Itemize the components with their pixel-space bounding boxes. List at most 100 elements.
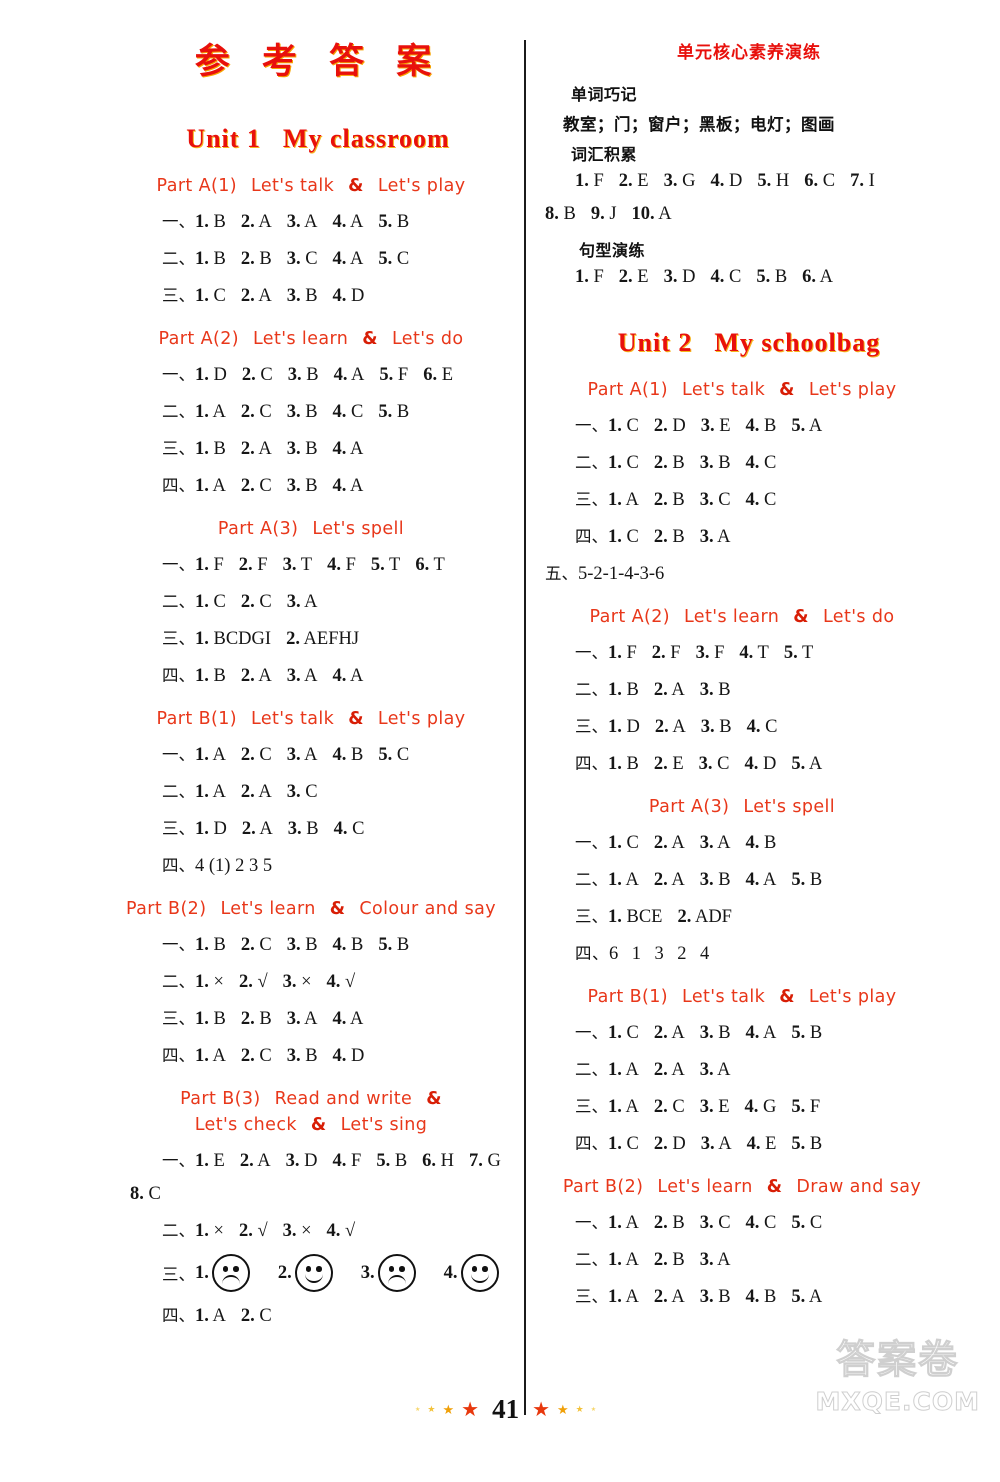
answer-row-marker: 一、 bbox=[162, 745, 195, 764]
star-icon: ★ bbox=[590, 1406, 597, 1413]
answer-item: 3. A bbox=[286, 745, 318, 765]
part-amp: & bbox=[766, 1177, 783, 1197]
answer-index: 2. bbox=[653, 870, 668, 890]
answer-item: 1. D bbox=[608, 717, 640, 737]
answer-item: 5. B bbox=[791, 1134, 823, 1154]
part-desc-2: Colour and say bbox=[359, 899, 497, 919]
answer-item: 2. E bbox=[618, 171, 649, 191]
answer-item: 7. G bbox=[469, 1151, 501, 1171]
answer-index: 3. bbox=[700, 1134, 715, 1154]
answer-item: 5. B bbox=[378, 212, 410, 232]
answer-item: 2. B bbox=[240, 1009, 272, 1029]
core-drill-sub2-rows: 1. F 2. E 3. G 4. D 5. H 6. C 7. I 8. B 9. J 10. … bbox=[533, 171, 965, 225]
answer-item: 2. A bbox=[654, 717, 686, 737]
answer-index: 1. bbox=[608, 1287, 622, 1307]
part-desc-1: Let's learn bbox=[683, 607, 780, 627]
answer-item: 2. F bbox=[238, 555, 268, 575]
page-number-block: ★ ★ ★ ★ 41 ★ ★ ★ ★ bbox=[415, 1394, 596, 1425]
answer-item: 1. A bbox=[608, 870, 639, 890]
answer-item: 5-2-1-4-3-6 bbox=[578, 564, 665, 584]
answer-item: 3. E bbox=[699, 1097, 730, 1117]
answer-index: 4. bbox=[745, 1213, 760, 1233]
answer-index: 2. bbox=[618, 267, 633, 287]
answer-index: 2. bbox=[653, 1023, 668, 1043]
answer-row: 1. F 2. E 3. G 4. D 5. H 6. C 7. I bbox=[533, 171, 965, 192]
answer-item: 4. B bbox=[745, 833, 777, 853]
happy-face-icon bbox=[294, 1254, 333, 1292]
answer-item: 2. B bbox=[653, 1213, 685, 1233]
answer-item: 8. C bbox=[130, 1184, 161, 1204]
answer-row: 一、1. A 2. B 3. C 4. C 5. C bbox=[533, 1209, 965, 1234]
answer-index: 8. bbox=[545, 204, 559, 224]
answer-row: 五、5-2-1-4-3-6 bbox=[533, 560, 965, 585]
part-heading: Part A(2) Let's learn & Let's do bbox=[533, 607, 965, 627]
answer-row: 一、1. E 2. A 3. D 4. F 5. B 6. H 7. G bbox=[118, 1147, 518, 1172]
part-desc-2: Let's do bbox=[391, 329, 464, 349]
answer-item: 5. T bbox=[370, 555, 401, 575]
part-amp: & bbox=[329, 899, 346, 919]
answer-row-marker: 一、 bbox=[162, 365, 195, 384]
answer-index: 1. bbox=[195, 286, 209, 306]
answer-row: 三、1. A 2. B 3. C 4. C bbox=[533, 486, 965, 511]
answer-item: 4. D bbox=[332, 286, 365, 306]
answer-item: 1. A bbox=[608, 1287, 639, 1307]
answer-row: 四、4 (1) 2 3 5 bbox=[118, 852, 518, 877]
answer-row: 8. B 9. J 10. A bbox=[533, 204, 965, 225]
answer-index: 4. bbox=[332, 1009, 347, 1029]
answer-item: 4. C bbox=[745, 490, 777, 510]
answer-item: 5. A bbox=[791, 754, 823, 774]
answer-item: 2. C bbox=[240, 592, 272, 612]
answer-index: 4. bbox=[745, 1287, 760, 1307]
answer-item: 2. A bbox=[653, 1023, 685, 1043]
answer-item: 4. F bbox=[327, 555, 356, 575]
unit-heading-2: Unit 2 My schoolbag bbox=[533, 328, 965, 358]
answer-item: 3. A bbox=[699, 1060, 731, 1080]
unit-name: My classroom bbox=[282, 124, 450, 153]
answer-index: 5. bbox=[378, 249, 393, 269]
answer-index: 4. bbox=[443, 1262, 458, 1283]
answer-index: 4. bbox=[332, 745, 347, 765]
answer-row-marker: 一、 bbox=[162, 555, 195, 574]
answer-index: 3. bbox=[663, 267, 678, 287]
answer-row: 二、1. C 2. B 3. B 4. C bbox=[533, 449, 965, 474]
answer-item: 4. D bbox=[332, 1046, 365, 1066]
answer-item: 2. B bbox=[653, 1250, 685, 1270]
answer-index: 2. bbox=[240, 212, 255, 232]
answer-index: 1. bbox=[195, 1046, 209, 1066]
star-icon: ★ bbox=[575, 1404, 584, 1414]
answer-index: 1. bbox=[195, 819, 209, 839]
answer-item: 2. ADF bbox=[677, 907, 732, 927]
answer-item: 5. H bbox=[757, 171, 790, 191]
answer-index: 3. bbox=[699, 870, 714, 890]
core-drill-sub1-content: 教室；门；窗户；黑板；电灯；图画 bbox=[563, 115, 835, 134]
answer-item: 3. F bbox=[695, 643, 725, 663]
answer-index: 2. bbox=[240, 745, 255, 765]
answer-index: 3. bbox=[699, 1023, 714, 1043]
answer-index: 2. bbox=[240, 1306, 255, 1326]
answer-item: 4. B bbox=[745, 416, 777, 436]
answer-item: 6. C bbox=[804, 171, 836, 191]
answer-index: 1. bbox=[608, 453, 622, 473]
answer-row-marker: 三、 bbox=[575, 907, 608, 926]
answer-row-marker: 三、 bbox=[575, 1287, 608, 1306]
part-heading: Part B(1) Let's talk & Let's play bbox=[118, 709, 518, 729]
answer-item: 2. C bbox=[240, 1046, 272, 1066]
answer-item: 1. E bbox=[195, 1151, 225, 1171]
part-desc-1: Let's spell bbox=[312, 519, 405, 539]
answer-row: 三、1. D 2. A 3. B 4. C bbox=[118, 815, 518, 840]
answer-row-marker: 三、 bbox=[162, 629, 195, 648]
answer-item: 2. √ bbox=[238, 972, 268, 992]
part-desc-1: Let's check bbox=[194, 1115, 297, 1135]
part-heading: Part A(1) Let's talk & Let's play bbox=[118, 176, 518, 196]
answer-item: 4. √ bbox=[326, 972, 356, 992]
answer-item: 1. C bbox=[608, 1134, 639, 1154]
answer-index: 5. bbox=[791, 416, 806, 436]
answer-index: 3. bbox=[287, 365, 302, 385]
answer-row: 一、1. D 2. C 3. B 4. A 5. F 6. E bbox=[118, 361, 518, 386]
answer-row: 三、1. A 2. C 3. E 4. G 5. F bbox=[533, 1093, 965, 1118]
answer-item: 1. × bbox=[195, 1221, 224, 1241]
answer-index: 2. bbox=[653, 1097, 668, 1117]
answer-item: 4. A bbox=[745, 1023, 777, 1043]
answer-item: 6. T bbox=[415, 555, 445, 575]
answer-item: 5. B bbox=[791, 870, 823, 890]
